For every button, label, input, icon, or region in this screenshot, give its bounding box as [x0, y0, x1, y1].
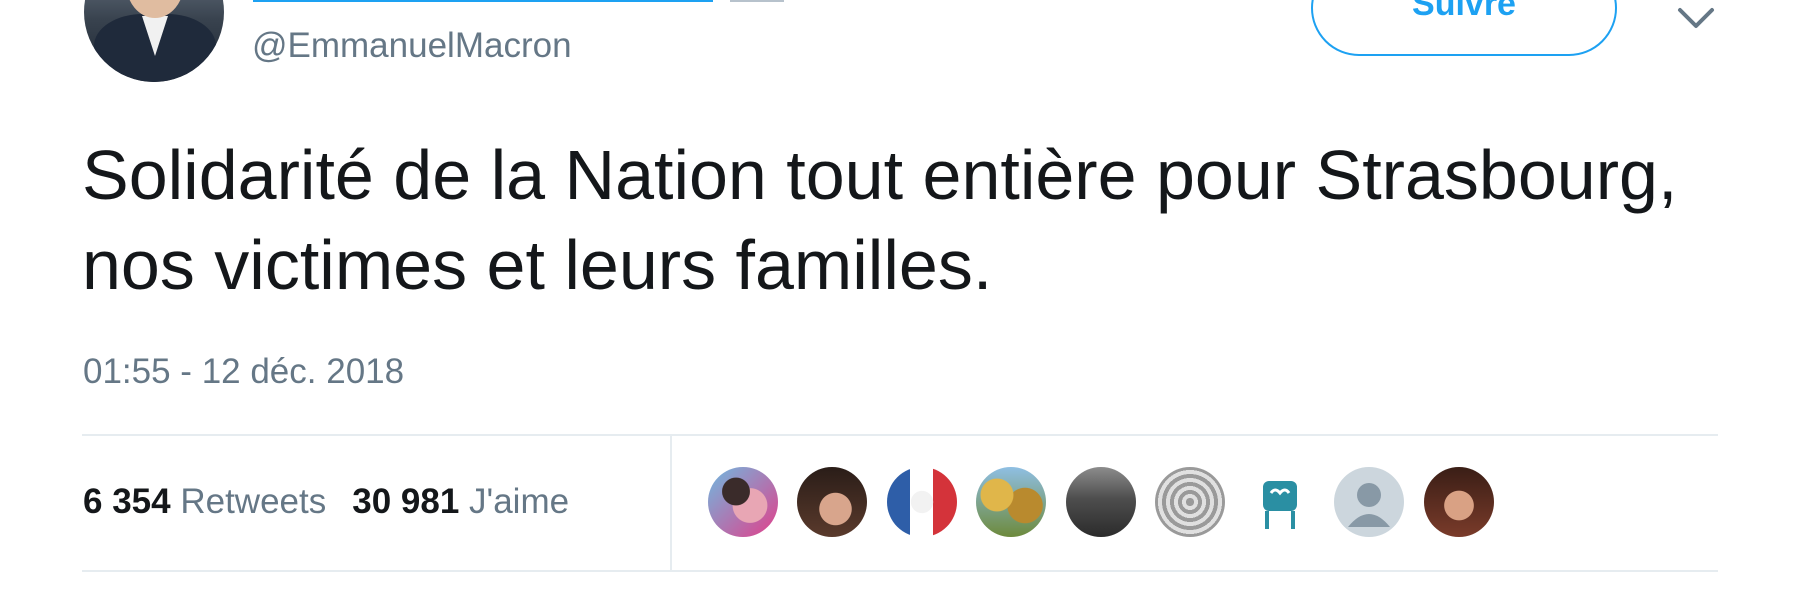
tweet-card: @EmmanuelMacron Suivre Solidarité de la … — [0, 0, 1800, 600]
verified-badge-fragment — [730, 0, 784, 2]
likes-label: J'aime — [469, 482, 570, 521]
follow-button-label: Suivre — [1412, 0, 1516, 23]
follow-button[interactable]: Suivre — [1311, 0, 1617, 56]
stats-separator — [670, 436, 672, 570]
profile-avatar[interactable] — [84, 0, 224, 82]
liker-avatar[interactable] — [886, 467, 957, 537]
retweets-count: 6 354 — [83, 482, 171, 521]
chevron-down-icon[interactable] — [1677, 6, 1715, 30]
liker-avatar[interactable] — [1423, 467, 1494, 537]
tweet-stats: 6 354 Retweets 30 981 J'aime — [83, 482, 569, 522]
liker-avatar[interactable] — [797, 467, 868, 537]
liker-avatar[interactable] — [1155, 467, 1226, 537]
divider — [82, 570, 1718, 572]
retweets-stat[interactable]: 6 354 Retweets — [83, 482, 326, 521]
liker-avatar[interactable] — [708, 467, 778, 537]
divider — [82, 434, 1718, 436]
tweet-text: Solidarité de la Nation tout entière pou… — [82, 136, 1678, 304]
liker-avatar[interactable] — [1244, 467, 1315, 537]
default-user-icon[interactable] — [1334, 467, 1405, 537]
likes-count: 30 981 — [352, 482, 460, 521]
user-handle[interactable]: @EmmanuelMacron — [252, 26, 572, 66]
liker-avatar[interactable] — [1065, 467, 1136, 537]
likes-stat[interactable]: 30 981 J'aime — [352, 482, 569, 521]
tweet-timestamp[interactable]: 01:55 - 12 déc. 2018 — [83, 352, 404, 392]
display-name-link-underline[interactable] — [253, 0, 713, 2]
liker-avatars — [708, 467, 1509, 539]
retweets-label: Retweets — [180, 482, 327, 521]
liker-avatar[interactable] — [976, 467, 1047, 537]
